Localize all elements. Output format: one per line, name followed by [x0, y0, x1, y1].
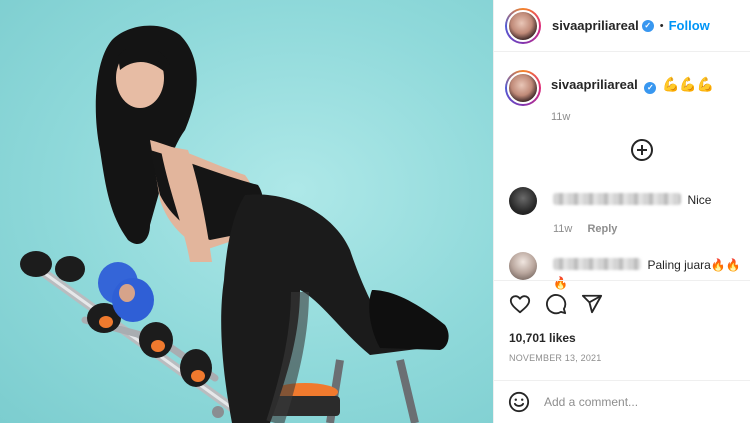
caption-username[interactable]: sivaapriliareal	[551, 77, 638, 92]
paper-plane-icon[interactable]	[581, 293, 603, 315]
comment-input[interactable]: Add a comment...	[544, 395, 638, 409]
verified-badge-icon: ✓	[641, 19, 654, 32]
blurred-username[interactable]	[553, 193, 681, 205]
commenter-avatar[interactable]	[509, 252, 537, 280]
smiley-icon[interactable]	[508, 391, 530, 413]
action-bar	[509, 293, 603, 315]
comment-timestamp[interactable]: 11w	[553, 223, 572, 235]
verified-badge-icon: ✓	[644, 81, 657, 94]
plus-circle-icon[interactable]	[631, 139, 653, 161]
header-separator: •	[659, 19, 664, 32]
add-comment-bar: Add a comment...	[494, 380, 750, 423]
caption-avatar[interactable]	[505, 70, 541, 106]
follow-button[interactable]: Follow	[669, 18, 710, 33]
athlete-figure	[95, 25, 449, 423]
comment-item: Nice 11w Reply	[509, 187, 711, 235]
reply-button[interactable]: Reply	[587, 223, 617, 235]
post-header: sivaapriliareal ✓ • Follow	[494, 0, 750, 52]
post-caption: sivaapriliareal ✓ 💪💪💪 11w	[505, 70, 714, 123]
caption-text: 💪💪💪	[661, 76, 715, 92]
author-avatar[interactable]	[505, 7, 541, 44]
post-photo[interactable]	[0, 0, 493, 423]
comment-item: Paling juara🔥🔥🔥	[509, 252, 750, 292]
caption-timestamp[interactable]: 11w	[551, 111, 714, 123]
post-actions-section: 10,701 likes NOVEMBER 13, 2021	[494, 280, 750, 363]
post-sidebar: sivaapriliareal ✓ • Follow sivaapriliare…	[493, 0, 750, 423]
heart-icon[interactable]	[509, 293, 531, 315]
commenter-avatar[interactable]	[509, 187, 537, 215]
author-username[interactable]: sivaapriliareal	[552, 18, 639, 33]
likes-count[interactable]: 10,701 likes	[509, 331, 576, 345]
post-date[interactable]: NOVEMBER 13, 2021	[509, 353, 601, 363]
blurred-username[interactable]	[553, 258, 641, 270]
comment-bubble-icon[interactable]	[545, 293, 567, 315]
comment-text: Nice	[687, 193, 712, 207]
fitness-photo-illustration	[20, 25, 449, 423]
